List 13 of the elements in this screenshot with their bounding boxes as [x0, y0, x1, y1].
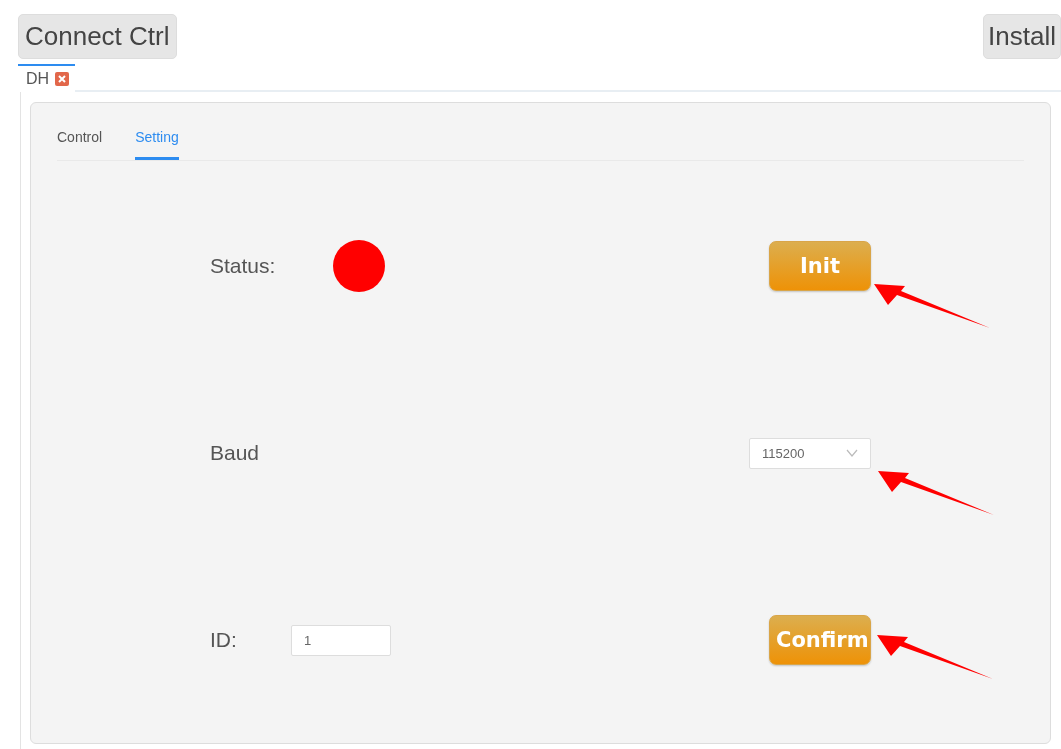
document-tab[interactable]: DH: [18, 64, 76, 92]
tab[interactable]: Control: [57, 127, 103, 160]
chevron-down-icon: [846, 449, 858, 457]
tab[interactable]: Setting: [135, 127, 179, 160]
toolbar-button[interactable]: Install: [983, 14, 1061, 59]
tab-label: DH: [26, 70, 50, 88]
field-label: ID:: [210, 628, 238, 652]
field-label: Baud: [210, 441, 261, 465]
baud-select[interactable]: 115200: [749, 437, 871, 469]
field-label: Status:: [210, 254, 277, 278]
toolbar-button[interactable]: Connect Ctrl: [18, 14, 177, 59]
id-input-field[interactable]: 1: [291, 624, 391, 656]
close-icon[interactable]: [55, 72, 70, 86]
